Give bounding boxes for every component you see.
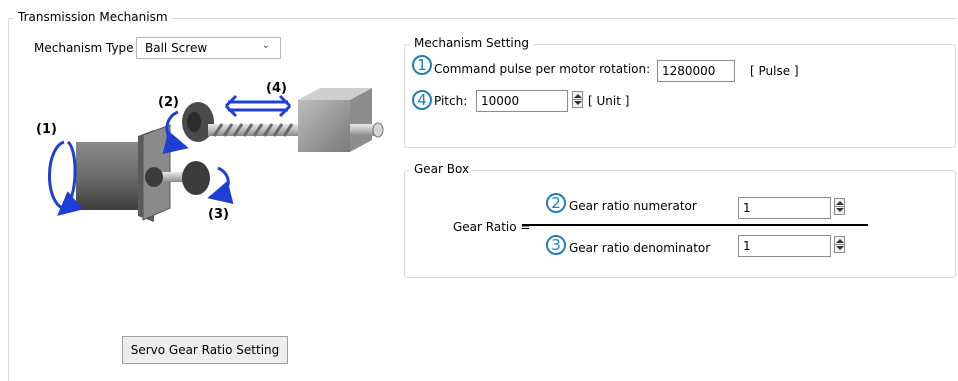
nut-block — [298, 88, 372, 152]
drive-gear — [182, 161, 210, 195]
command-pulse-unit: [ Pulse ] — [750, 64, 799, 78]
linear-arrow — [224, 94, 292, 118]
diagram-label-3: (3) — [208, 207, 229, 222]
gear-ratio-label: Gear Ratio = — [453, 220, 531, 234]
pitch-label: Pitch: — [434, 94, 468, 108]
fraction-divider — [522, 224, 868, 226]
chevron-down-icon: ⌄ — [261, 40, 270, 51]
numerator-label: Gear ratio numerator — [569, 199, 697, 213]
mechanism-setting-title: Mechanism Setting — [410, 36, 533, 50]
diagram-label-2: (2) — [158, 95, 179, 110]
denominator-spinner[interactable] — [834, 236, 845, 253]
servo-gear-ratio-setting-button[interactable]: Servo Gear Ratio Setting — [122, 336, 288, 364]
mechanism-type-dropdown[interactable]: Ball Screw ⌄ — [136, 37, 281, 59]
motor-body — [76, 130, 154, 222]
marker-3: 3 — [546, 235, 566, 255]
group-title: Transmission Mechanism — [14, 10, 172, 24]
marker-4: 4 — [412, 90, 432, 110]
ball-screw — [208, 123, 308, 137]
diagram-label-4: (4) — [266, 81, 287, 96]
mechanism-type-label: Mechanism Type — [34, 41, 134, 55]
pitch-unit: [ Unit ] — [588, 94, 630, 108]
numerator-spinner[interactable] — [834, 198, 845, 215]
pitch-spinner[interactable] — [572, 91, 583, 108]
numerator-input[interactable]: 1 — [738, 197, 831, 219]
denominator-label: Gear ratio denominator — [569, 241, 711, 255]
mechanism-type-value: Ball Screw — [145, 41, 208, 55]
motor-shaft-hub — [145, 167, 163, 187]
denominator-input[interactable]: 1 — [738, 235, 831, 257]
marker-1: 1 — [412, 55, 432, 75]
diagram-label-1: (1) — [36, 122, 57, 137]
marker-2: 2 — [546, 193, 566, 213]
command-pulse-input[interactable]: 1280000 — [657, 60, 735, 82]
ball-screw-diagram: (1) (2) (3) (4) — [36, 81, 384, 222]
gear-box-title: Gear Box — [410, 162, 474, 176]
command-pulse-label: Command pulse per motor rotation: — [434, 62, 651, 76]
pitch-input[interactable]: 10000 — [476, 90, 568, 112]
